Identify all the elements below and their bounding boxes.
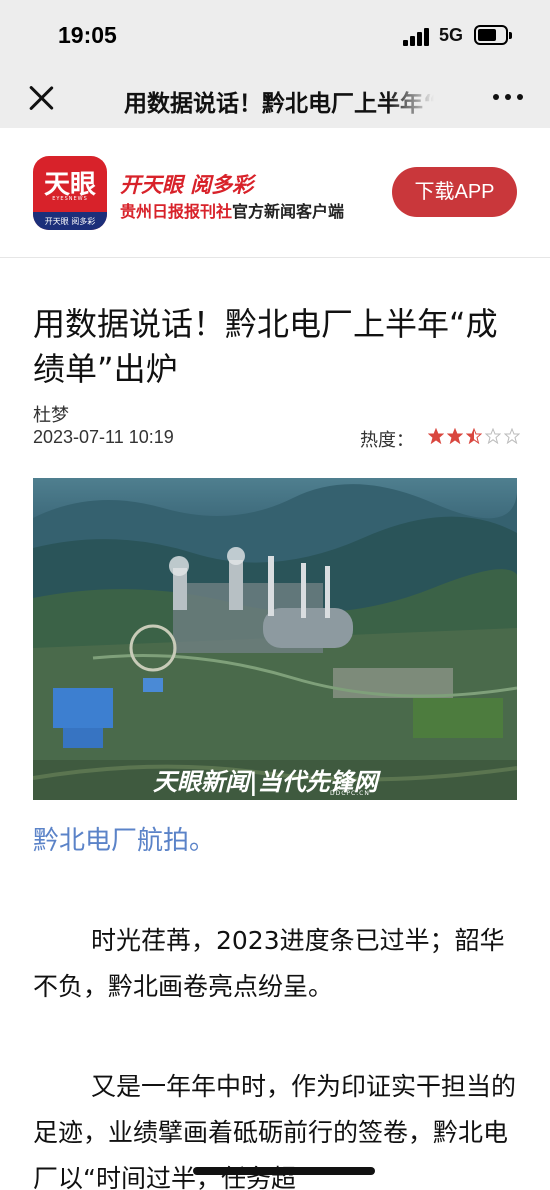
nav-title: 用数据说话！黔北电厂上半年“成绩单”出炉 [124, 91, 434, 117]
battery-icon [474, 25, 512, 45]
logo-small: 开天眼 阅多彩 [44, 217, 96, 226]
home-indicator[interactable] [193, 1167, 375, 1175]
app-subslogan: 贵州日报报刊社官方新闻客户端 [120, 198, 344, 222]
more-icon[interactable] [493, 94, 523, 102]
heat-label: 热度： [360, 430, 414, 451]
star-full-icon [428, 428, 444, 444]
article-author: 杜梦 [33, 405, 69, 426]
app-banner[interactable]: 天眼 EYESNEWS 开天眼 阅多彩 开天眼 阅多彩 贵州日报报刊社官方新闻客… [0, 128, 550, 258]
app-slogan: 开天眼 阅多彩 [120, 172, 254, 197]
network-type: 5G [439, 25, 464, 45]
article-date: 2023-07-11 10:19 [33, 427, 174, 447]
star-half-icon [466, 428, 482, 444]
article-headline: 用数据说话！黔北电厂上半年“成绩单”出炉 [33, 305, 498, 388]
image-caption: 黔北电厂航拍。 [33, 826, 216, 856]
heat-rating [428, 428, 520, 446]
aerial-power-plant-image [33, 478, 517, 800]
image-watermark-sub: DDCPC.CN [330, 790, 370, 797]
client-label: 官方新闻客户端 [232, 202, 345, 221]
publisher-name: 贵州日报报刊社 [120, 202, 233, 221]
article-paragraph: 时光荏苒，2023进度条已过半；韶华不负，黔北画卷亮点纷呈。 [33, 926, 505, 1001]
article-image[interactable] [33, 478, 517, 800]
star-empty-icon [485, 428, 501, 444]
close-icon[interactable] [28, 84, 56, 112]
status-time: 19:05 [58, 22, 117, 48]
logo-en: EYESNEWS [52, 196, 88, 202]
signal-icon [403, 28, 431, 46]
app-logo: 天眼 EYESNEWS 开天眼 阅多彩 [33, 156, 107, 230]
star-full-icon [447, 428, 463, 444]
star-empty-icon [504, 428, 520, 444]
status-bar: 19:05 5G [0, 0, 550, 72]
nav-bar: 用数据说话！黔北电厂上半年“成绩单”出炉 [0, 72, 550, 128]
download-app-button[interactable]: 下载APP [392, 167, 517, 217]
